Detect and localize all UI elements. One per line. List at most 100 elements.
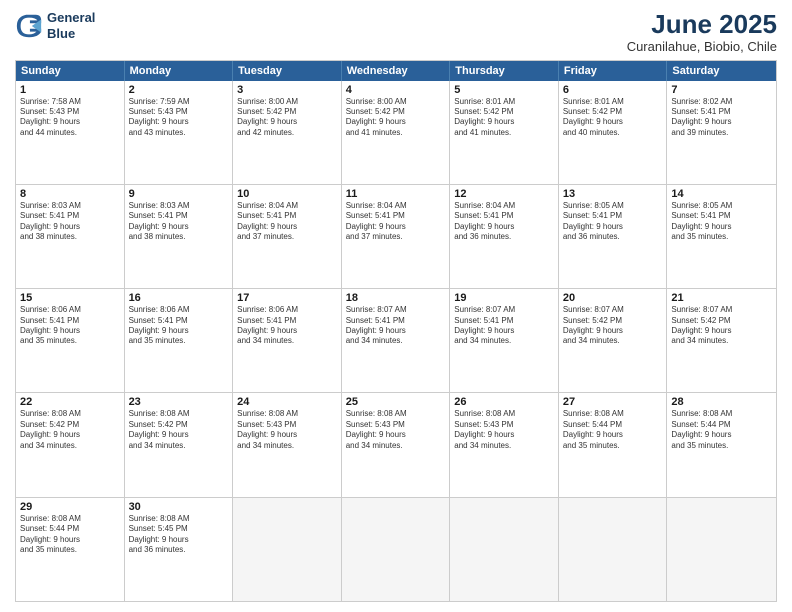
calendar-cell: 26Sunrise: 8:08 AM Sunset: 5:43 PM Dayli… <box>450 393 559 496</box>
cell-info: Sunrise: 7:58 AM Sunset: 5:43 PM Dayligh… <box>20 97 120 139</box>
header-day-monday: Monday <box>125 61 234 81</box>
calendar-cell: 24Sunrise: 8:08 AM Sunset: 5:43 PM Dayli… <box>233 393 342 496</box>
cell-info: Sunrise: 8:08 AM Sunset: 5:42 PM Dayligh… <box>20 409 120 451</box>
day-number: 2 <box>129 84 229 96</box>
cell-info: Sunrise: 8:06 AM Sunset: 5:41 PM Dayligh… <box>129 305 229 347</box>
header: General Blue June 2025 Curanilahue, Biob… <box>15 10 777 54</box>
cell-info: Sunrise: 8:07 AM Sunset: 5:41 PM Dayligh… <box>346 305 446 347</box>
calendar-cell <box>559 498 668 601</box>
title-block: June 2025 Curanilahue, Biobio, Chile <box>627 10 777 54</box>
cell-info: Sunrise: 8:07 AM Sunset: 5:42 PM Dayligh… <box>671 305 772 347</box>
cell-info: Sunrise: 8:06 AM Sunset: 5:41 PM Dayligh… <box>20 305 120 347</box>
day-number: 26 <box>454 396 554 408</box>
calendar-cell: 8Sunrise: 8:03 AM Sunset: 5:41 PM Daylig… <box>16 185 125 288</box>
day-number: 15 <box>20 292 120 304</box>
day-number: 16 <box>129 292 229 304</box>
cell-info: Sunrise: 8:08 AM Sunset: 5:43 PM Dayligh… <box>237 409 337 451</box>
cell-info: Sunrise: 8:08 AM Sunset: 5:44 PM Dayligh… <box>20 514 120 556</box>
calendar-cell: 17Sunrise: 8:06 AM Sunset: 5:41 PM Dayli… <box>233 289 342 392</box>
header-day-sunday: Sunday <box>16 61 125 81</box>
day-number: 3 <box>237 84 337 96</box>
subtitle: Curanilahue, Biobio, Chile <box>627 39 777 54</box>
calendar-header: SundayMondayTuesdayWednesdayThursdayFrid… <box>16 61 776 81</box>
day-number: 5 <box>454 84 554 96</box>
day-number: 24 <box>237 396 337 408</box>
calendar-cell: 20Sunrise: 8:07 AM Sunset: 5:42 PM Dayli… <box>559 289 668 392</box>
page: General Blue June 2025 Curanilahue, Biob… <box>0 0 792 612</box>
day-number: 23 <box>129 396 229 408</box>
day-number: 17 <box>237 292 337 304</box>
cell-info: Sunrise: 8:00 AM Sunset: 5:42 PM Dayligh… <box>237 97 337 139</box>
calendar: SundayMondayTuesdayWednesdayThursdayFrid… <box>15 60 777 602</box>
calendar-row-1: 1Sunrise: 7:58 AM Sunset: 5:43 PM Daylig… <box>16 81 776 184</box>
calendar-cell: 7Sunrise: 8:02 AM Sunset: 5:41 PM Daylig… <box>667 81 776 184</box>
calendar-cell: 29Sunrise: 8:08 AM Sunset: 5:44 PM Dayli… <box>16 498 125 601</box>
day-number: 20 <box>563 292 663 304</box>
logo: General Blue <box>15 10 95 41</box>
day-number: 13 <box>563 188 663 200</box>
day-number: 19 <box>454 292 554 304</box>
calendar-cell <box>342 498 451 601</box>
calendar-cell: 14Sunrise: 8:05 AM Sunset: 5:41 PM Dayli… <box>667 185 776 288</box>
calendar-cell: 28Sunrise: 8:08 AM Sunset: 5:44 PM Dayli… <box>667 393 776 496</box>
cell-info: Sunrise: 8:02 AM Sunset: 5:41 PM Dayligh… <box>671 97 772 139</box>
day-number: 18 <box>346 292 446 304</box>
calendar-cell: 3Sunrise: 8:00 AM Sunset: 5:42 PM Daylig… <box>233 81 342 184</box>
cell-info: Sunrise: 8:04 AM Sunset: 5:41 PM Dayligh… <box>346 201 446 243</box>
header-day-thursday: Thursday <box>450 61 559 81</box>
day-number: 1 <box>20 84 120 96</box>
calendar-cell: 18Sunrise: 8:07 AM Sunset: 5:41 PM Dayli… <box>342 289 451 392</box>
calendar-cell: 5Sunrise: 8:01 AM Sunset: 5:42 PM Daylig… <box>450 81 559 184</box>
calendar-cell: 4Sunrise: 8:00 AM Sunset: 5:42 PM Daylig… <box>342 81 451 184</box>
logo-icon <box>15 12 43 40</box>
day-number: 22 <box>20 396 120 408</box>
cell-info: Sunrise: 8:05 AM Sunset: 5:41 PM Dayligh… <box>563 201 663 243</box>
header-day-friday: Friday <box>559 61 668 81</box>
calendar-cell <box>450 498 559 601</box>
cell-info: Sunrise: 8:04 AM Sunset: 5:41 PM Dayligh… <box>454 201 554 243</box>
day-number: 8 <box>20 188 120 200</box>
calendar-cell: 25Sunrise: 8:08 AM Sunset: 5:43 PM Dayli… <box>342 393 451 496</box>
cell-info: Sunrise: 8:01 AM Sunset: 5:42 PM Dayligh… <box>563 97 663 139</box>
cell-info: Sunrise: 8:08 AM Sunset: 5:42 PM Dayligh… <box>129 409 229 451</box>
cell-info: Sunrise: 8:00 AM Sunset: 5:42 PM Dayligh… <box>346 97 446 139</box>
day-number: 28 <box>671 396 772 408</box>
calendar-cell: 6Sunrise: 8:01 AM Sunset: 5:42 PM Daylig… <box>559 81 668 184</box>
cell-info: Sunrise: 8:08 AM Sunset: 5:45 PM Dayligh… <box>129 514 229 556</box>
header-day-tuesday: Tuesday <box>233 61 342 81</box>
cell-info: Sunrise: 8:06 AM Sunset: 5:41 PM Dayligh… <box>237 305 337 347</box>
calendar-cell: 23Sunrise: 8:08 AM Sunset: 5:42 PM Dayli… <box>125 393 234 496</box>
day-number: 27 <box>563 396 663 408</box>
calendar-row-5: 29Sunrise: 8:08 AM Sunset: 5:44 PM Dayli… <box>16 497 776 601</box>
cell-info: Sunrise: 8:03 AM Sunset: 5:41 PM Dayligh… <box>20 201 120 243</box>
day-number: 9 <box>129 188 229 200</box>
cell-info: Sunrise: 8:08 AM Sunset: 5:44 PM Dayligh… <box>671 409 772 451</box>
day-number: 4 <box>346 84 446 96</box>
day-number: 30 <box>129 501 229 513</box>
calendar-row-4: 22Sunrise: 8:08 AM Sunset: 5:42 PM Dayli… <box>16 392 776 496</box>
cell-info: Sunrise: 8:03 AM Sunset: 5:41 PM Dayligh… <box>129 201 229 243</box>
month-title: June 2025 <box>627 10 777 39</box>
calendar-cell: 11Sunrise: 8:04 AM Sunset: 5:41 PM Dayli… <box>342 185 451 288</box>
calendar-row-2: 8Sunrise: 8:03 AM Sunset: 5:41 PM Daylig… <box>16 184 776 288</box>
calendar-cell: 22Sunrise: 8:08 AM Sunset: 5:42 PM Dayli… <box>16 393 125 496</box>
day-number: 12 <box>454 188 554 200</box>
calendar-cell: 27Sunrise: 8:08 AM Sunset: 5:44 PM Dayli… <box>559 393 668 496</box>
day-number: 6 <box>563 84 663 96</box>
cell-info: Sunrise: 8:07 AM Sunset: 5:41 PM Dayligh… <box>454 305 554 347</box>
calendar-cell: 10Sunrise: 8:04 AM Sunset: 5:41 PM Dayli… <box>233 185 342 288</box>
day-number: 21 <box>671 292 772 304</box>
logo-text: General Blue <box>47 10 95 41</box>
calendar-cell: 12Sunrise: 8:04 AM Sunset: 5:41 PM Dayli… <box>450 185 559 288</box>
day-number: 7 <box>671 84 772 96</box>
day-number: 11 <box>346 188 446 200</box>
cell-info: Sunrise: 8:08 AM Sunset: 5:43 PM Dayligh… <box>346 409 446 451</box>
day-number: 29 <box>20 501 120 513</box>
cell-info: Sunrise: 8:08 AM Sunset: 5:43 PM Dayligh… <box>454 409 554 451</box>
calendar-cell <box>233 498 342 601</box>
cell-info: Sunrise: 8:07 AM Sunset: 5:42 PM Dayligh… <box>563 305 663 347</box>
calendar-body: 1Sunrise: 7:58 AM Sunset: 5:43 PM Daylig… <box>16 81 776 601</box>
calendar-cell: 30Sunrise: 8:08 AM Sunset: 5:45 PM Dayli… <box>125 498 234 601</box>
cell-info: Sunrise: 8:01 AM Sunset: 5:42 PM Dayligh… <box>454 97 554 139</box>
calendar-row-3: 15Sunrise: 8:06 AM Sunset: 5:41 PM Dayli… <box>16 288 776 392</box>
